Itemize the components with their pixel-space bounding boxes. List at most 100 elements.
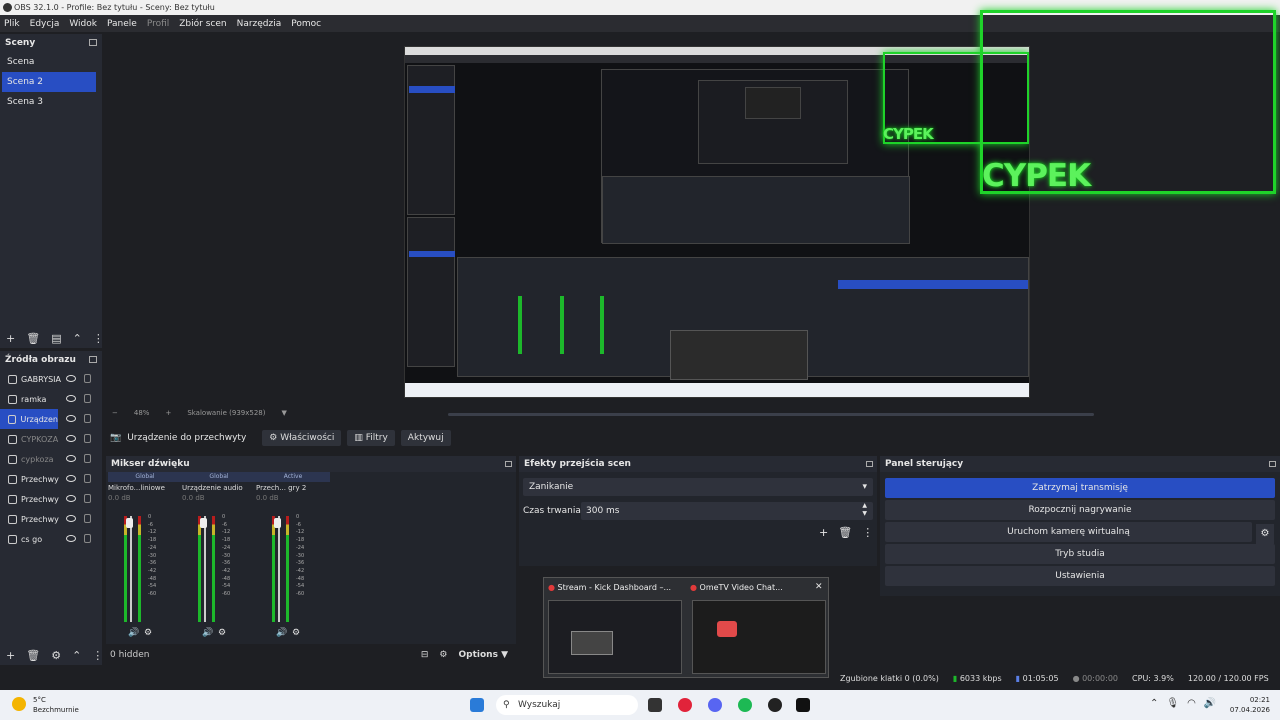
menu-edycja[interactable]: Edycja <box>30 19 60 29</box>
undock-icon[interactable] <box>89 39 97 46</box>
preview-scrollbar[interactable] <box>448 413 1094 416</box>
menu-plik[interactable]: Plik <box>4 19 20 29</box>
undock-icon[interactable] <box>505 461 512 467</box>
visibility-eye-icon[interactable] <box>66 535 76 542</box>
window-thumbnail[interactable] <box>692 600 826 674</box>
spotify-app-icon[interactable] <box>738 698 752 712</box>
stop-streaming-button[interactable]: Zatrzymaj transmisję <box>885 478 1275 498</box>
virtual-camera-settings-icon[interactable]: ⚙ <box>1256 524 1274 544</box>
volume-fader-track[interactable] <box>130 516 132 622</box>
more-icon[interactable]: ⋮ <box>92 649 103 662</box>
zoom-out-icon[interactable]: − <box>112 409 118 421</box>
transition-select[interactable]: Zanikanie ▾ <box>523 478 873 496</box>
audio-settings-icon[interactable]: ⚙ <box>292 628 300 638</box>
source-item[interactable]: cypkoza <box>0 449 102 469</box>
opera-app-icon[interactable] <box>678 698 692 712</box>
lock-icon[interactable] <box>84 414 91 423</box>
task-view-icon[interactable] <box>648 698 662 712</box>
source-item[interactable]: cs go <box>0 529 102 549</box>
visibility-eye-icon[interactable] <box>66 415 76 422</box>
wifi-icon[interactable]: ◠ <box>1187 698 1196 709</box>
scene-filter-icon[interactable]: ▤ <box>51 332 61 345</box>
volume-fader-track[interactable] <box>278 516 280 622</box>
preview-canvas[interactable]: CYPEK <box>404 46 1030 398</box>
scene-item[interactable]: Scena <box>0 52 102 72</box>
start-virtual-camera-button[interactable]: Uruchom kamerę wirtualną <box>885 522 1252 542</box>
visibility-eye-icon[interactable] <box>66 435 76 442</box>
visibility-eye-icon[interactable] <box>66 455 76 462</box>
duration-field[interactable]: 300 ms ▲ ▼ <box>581 502 873 520</box>
weather-widget[interactable]: 5°C Bezchmurnie <box>33 695 79 715</box>
visibility-eye-icon[interactable] <box>66 475 76 482</box>
more-icon[interactable]: ⋮ <box>862 526 873 539</box>
move-up-icon[interactable]: ⌃ <box>72 649 81 662</box>
remove-source-icon[interactable]: 🗑 <box>26 649 40 662</box>
advanced-audio-icon[interactable]: ⚙ <box>439 650 447 660</box>
microphone-icon[interactable]: 🎙 <box>1166 698 1179 709</box>
windows-start-icon[interactable] <box>470 698 484 712</box>
source-item[interactable]: ramka <box>0 389 102 409</box>
more-icon[interactable]: ⋮ <box>93 332 104 345</box>
lock-icon[interactable] <box>84 374 91 383</box>
mixer-layout-icon[interactable]: ⊟ <box>421 650 429 660</box>
source-item[interactable]: Przechwy <box>0 489 102 509</box>
volume-fader-knob[interactable] <box>200 518 207 528</box>
lock-icon[interactable] <box>84 494 91 503</box>
undock-icon[interactable] <box>866 461 873 467</box>
mute-speaker-icon[interactable]: 🔊 <box>202 628 213 638</box>
source-item[interactable]: GABRYSIA <box>0 369 102 389</box>
popup-item-title[interactable]: ● OmeTV Video Chat... <box>690 583 783 592</box>
chevron-up-icon[interactable]: ⌃ <box>1150 698 1158 709</box>
menu-panele[interactable]: Panele <box>107 19 137 29</box>
visibility-eye-icon[interactable] <box>66 495 76 502</box>
volume-fader-track[interactable] <box>204 516 206 622</box>
add-transition-icon[interactable]: + <box>819 526 828 539</box>
taskbar-search[interactable]: ⚲ Wyszukaj <box>496 695 638 715</box>
close-icon[interactable]: ✕ <box>815 582 823 592</box>
hidden-count[interactable]: 0 hidden <box>110 650 149 660</box>
remove-scene-icon[interactable]: 🗑 <box>26 332 40 345</box>
move-up-icon[interactable]: ⌃ <box>73 332 82 345</box>
volume-icon[interactable]: 🔊 <box>1204 698 1216 709</box>
menu-pomoc[interactable]: Pomoc <box>291 19 321 29</box>
mute-speaker-icon[interactable]: 🔊 <box>128 628 139 638</box>
menu-narzedzia[interactable]: Narzędzia <box>237 19 282 29</box>
channel-name[interactable]: Przech... gry 2 <box>256 482 330 494</box>
menu-widok[interactable]: Widok <box>69 19 97 29</box>
scene-item-selected[interactable]: Scena 2 <box>2 72 96 92</box>
settings-button[interactable]: Ustawienia <box>885 566 1275 586</box>
lock-icon[interactable] <box>84 514 91 523</box>
source-item[interactable]: Przechwy <box>0 469 102 489</box>
lock-icon[interactable] <box>84 534 91 543</box>
studio-mode-button[interactable]: Tryb studia <box>885 544 1275 564</box>
lock-icon[interactable] <box>84 434 91 443</box>
volume-fader-knob[interactable] <box>274 518 281 528</box>
lock-icon[interactable] <box>84 474 91 483</box>
menu-profil[interactable]: Profil <box>147 19 169 29</box>
audio-settings-icon[interactable]: ⚙ <box>144 628 152 638</box>
clock[interactable]: 02:21 07.04.2026 <box>1222 695 1270 715</box>
epic-games-app-icon[interactable] <box>796 698 810 712</box>
popup-item-title[interactable]: ● Stream - Kick Dashboard –... <box>548 583 671 592</box>
menu-zbior-scen[interactable]: Zbiór scen <box>179 19 226 29</box>
add-source-icon[interactable]: + <box>6 649 15 662</box>
volume-fader-knob[interactable] <box>126 518 133 528</box>
source-item-selected[interactable]: Urządzen <box>0 409 91 429</box>
undock-icon[interactable] <box>1269 461 1276 467</box>
activate-button[interactable]: Aktywuj <box>400 430 451 446</box>
visibility-eye-icon[interactable] <box>66 395 76 402</box>
source-item[interactable]: CYPKOZA <box>0 429 102 449</box>
source-item[interactable]: Przechwy <box>0 509 102 529</box>
undock-icon[interactable] <box>89 356 97 363</box>
lock-icon[interactable] <box>84 394 91 403</box>
discord-app-icon[interactable] <box>708 698 722 712</box>
weather-sun-icon[interactable] <box>12 697 26 711</box>
mute-speaker-icon[interactable]: 🔊 <box>276 628 287 638</box>
zoom-in-icon[interactable]: + <box>165 409 171 421</box>
window-thumbnail[interactable] <box>548 600 682 674</box>
source-settings-icon[interactable]: ⚙ <box>51 649 61 662</box>
visibility-eye-icon[interactable] <box>66 515 76 522</box>
scene-item[interactable]: Scena 3 <box>0 92 102 112</box>
filters-button[interactable]: ▥ Filtry <box>347 430 395 446</box>
add-scene-icon[interactable]: + <box>6 332 15 345</box>
